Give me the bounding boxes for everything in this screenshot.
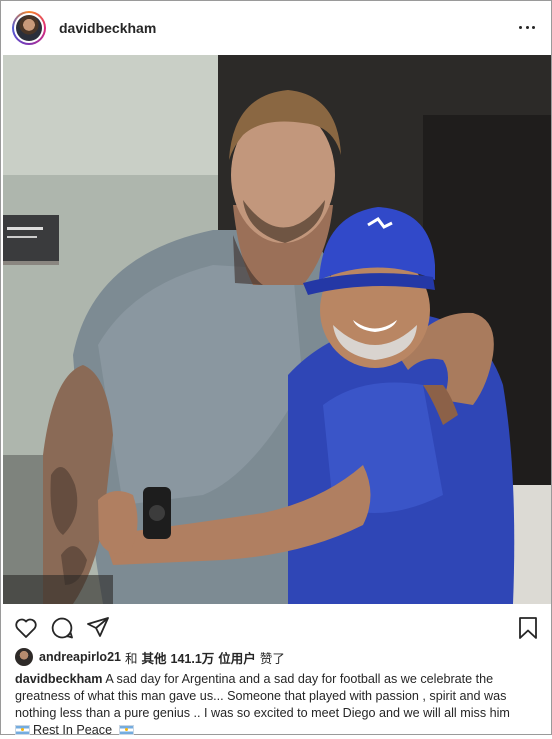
post-header: davidbeckham [1,1,551,55]
likes-summary: andreapirlo21 和 其他 141.1万 位用户 赞了 [15,646,285,668]
liker-username[interactable]: andreapirlo21 [39,650,121,664]
instagram-post: davidbeckham andreapirlo21 和 其他 141.1万 位… [0,0,552,737]
likes-and-text: 和 [124,651,138,666]
likes-others-text[interactable]: 其他 [142,648,167,667]
likes-suffix[interactable]: 位用户 [218,648,256,667]
argentina-flag-icon [118,725,134,735]
profile-avatar[interactable] [12,11,46,45]
liker-avatar[interactable] [15,648,33,666]
bookmark-icon[interactable] [515,615,541,641]
argentina-flag-icon [15,725,30,735]
post-image[interactable] [3,55,551,604]
post-image-illustration [3,55,551,604]
heart-icon[interactable] [13,615,39,641]
post-caption: davidbeckham A sad day for Argentina and… [15,671,543,739]
paper-plane-icon[interactable] [85,615,111,641]
comment-icon[interactable] [49,615,75,641]
likes-count[interactable]: 141.1万 [171,648,215,667]
post-action-bar [1,609,551,645]
post-username[interactable]: davidbeckham [59,20,156,36]
likes-liked-text: 赞了 [259,651,285,666]
caption-author[interactable]: davidbeckham [15,672,103,686]
more-options-icon[interactable] [519,25,535,31]
